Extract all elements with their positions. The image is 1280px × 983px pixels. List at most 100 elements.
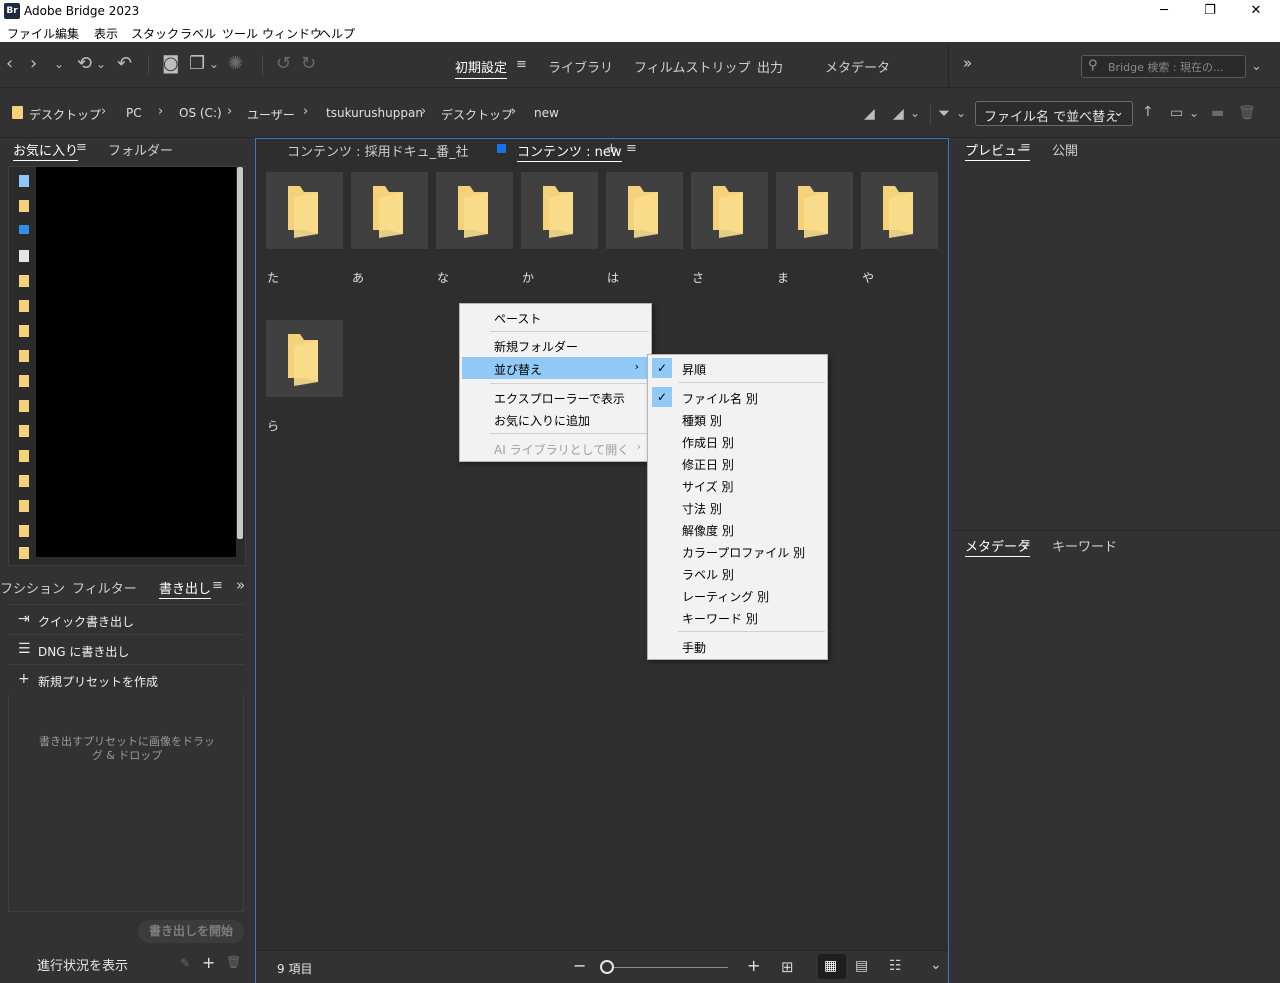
zoom-in-icon[interactable]: + [747,956,760,975]
pictures-icon[interactable] [19,275,29,287]
search-input[interactable] [1108,59,1240,75]
add-icon[interactable]: + [202,953,215,972]
workspace-more-icon[interactable]: » [963,54,972,72]
show-progress-link[interactable]: 進行状況を表示 [37,955,128,974]
folder-thumbnail[interactable] [606,172,683,249]
back-icon[interactable]: ‹ [6,53,13,75]
sort-item-color-profile[interactable]: カラープロファイル 別 [648,540,827,562]
context-item-show-explorer[interactable]: エクスプローラーで表示 [460,386,651,408]
chevron-right-icon[interactable]: › [421,104,426,119]
menu-stack[interactable]: スタック [131,25,179,42]
sort-item-rating[interactable]: レーティング 別 [648,584,827,606]
forward-icon[interactable]: › [30,53,37,75]
workspace-tab-filmstrip[interactable]: フィルムストリップ [634,57,750,76]
workspace-tab-metadata[interactable]: メタデータ [825,57,890,76]
list-view-icon[interactable]: ☷ [889,958,902,974]
folder-icon[interactable] [19,400,29,412]
tab-content-other[interactable]: コンテンツ : 採用ドキュ_番_社 [287,141,469,160]
tab-keywords[interactable]: キーワード [1052,536,1117,555]
open-recent-dropdown-icon[interactable]: ⌄ [1189,102,1199,124]
chevron-right-icon[interactable]: › [158,104,163,119]
export-drop-area[interactable]: 書き出すプリセットに画像をドラッグ & ドロップ [8,694,244,912]
grid-lock-icon[interactable]: ⊞ [781,958,794,976]
chevron-right-icon[interactable]: › [511,104,516,119]
sort-item-keywords[interactable]: キーワード 別 [648,606,827,628]
menu-help[interactable]: ヘルプ [319,25,355,42]
new-preset-item[interactable]: + 新規プリセットを作成 [8,664,244,694]
sort-item-filename[interactable]: ✓ ファイル名 別 [648,386,827,408]
sort-item-created[interactable]: 作成日 別 [648,430,827,452]
camera-icon[interactable]: ◙ [162,53,179,75]
context-item-new-folder[interactable]: 新規フォルダー [460,334,651,356]
view-options-icon[interactable]: ⌄ [930,957,942,973]
tab-export[interactable]: 書き出し [159,578,212,599]
new-folder-icon[interactable]: ▬ [1211,102,1224,124]
favorites-scrollbar[interactable] [237,167,243,539]
workspace-menu-icon[interactable]: ≡ [516,57,527,72]
breadcrumb-item[interactable]: デスクトップ [441,106,513,123]
sort-item-type[interactable]: 種類 別 [648,408,827,430]
tab-publish[interactable]: 公開 [1052,140,1078,159]
chevron-right-icon[interactable]: › [303,104,308,119]
workspace-tab-library[interactable]: ライブラリ [548,57,613,76]
refine-icon[interactable]: ✺ [228,53,243,75]
folder-icon[interactable] [19,475,29,487]
sort-direction-icon[interactable]: ↑ [1142,101,1154,123]
details-view-icon[interactable]: ▤ [855,958,868,974]
filter-dropdown-icon[interactable]: ⌄ [956,102,966,124]
folder-icon[interactable] [19,300,29,312]
sort-item-label-sort[interactable]: ラベル 別 [648,562,827,584]
sort-dropdown[interactable]: ファイル名 で並べ替え ⌄ [975,101,1133,126]
menu-edit[interactable]: 編集 [55,25,79,42]
breadcrumb-item[interactable]: PC [126,106,142,120]
edit-icon[interactable]: ✎ [180,956,190,970]
sort-item-dimensions[interactable]: 寸法 別 [648,496,827,518]
sort-item-modified[interactable]: 修正日 別 [648,452,827,474]
rating-dropdown-icon[interactable]: ⌄ [910,102,920,124]
context-item-sort[interactable]: 並び替え › [462,357,649,379]
restore-button[interactable]: ❐ [1187,0,1233,22]
breadcrumb-item[interactable]: ユーザー [247,106,295,123]
folder-thumbnail[interactable] [691,172,768,249]
panel-menu-icon[interactable]: ≡ [76,140,87,155]
menu-window[interactable]: ウィンドウ [262,25,322,42]
minimize-button[interactable]: ─ [1141,0,1187,22]
boomerang-icon[interactable]: ↶ [117,53,132,75]
menu-label[interactable]: ラベル [180,25,216,42]
menu-view[interactable]: 表示 [94,25,118,42]
document-icon[interactable] [19,250,29,262]
tab-collections[interactable]: フシション [0,578,65,597]
menu-file[interactable]: ファイル [7,25,55,42]
context-item-add-favorites[interactable]: お気に入りに追加 [460,408,651,430]
panel-menu-icon[interactable]: ≡ [212,578,223,593]
add-tab-icon[interactable]: + [606,141,617,156]
context-item-paste[interactable]: ペースト [460,306,651,328]
zoom-slider-track[interactable] [614,967,728,968]
breadcrumb-item[interactable]: OS (C:) [179,106,222,120]
zoom-out-icon[interactable]: − [573,956,586,975]
panel-more-icon[interactable]: » [236,576,245,594]
search-dropdown-icon[interactable]: ⌄ [1251,56,1262,78]
filter-icon[interactable]: ⏷ [938,102,950,124]
start-export-button[interactable]: 書き出しを開始 [138,920,244,943]
quality-icon[interactable]: ◢ [864,103,875,125]
panel-menu-icon[interactable]: ≡ [626,141,637,156]
chevron-right-icon[interactable]: › [227,104,232,119]
search-box[interactable]: ⚲ [1081,55,1246,78]
folder-thumbnail[interactable] [266,320,343,397]
sort-item-manual[interactable]: 手動 [648,635,827,657]
workspace-tab-output[interactable]: 出力 [757,57,783,76]
folder-icon[interactable] [19,200,29,212]
folder-icon[interactable] [19,500,29,512]
rating-filter-icon[interactable]: ◢ [893,103,904,125]
folder-thumbnail[interactable] [351,172,428,249]
sort-item-ascending[interactable]: ✓ 昇順 [648,357,827,379]
folder-icon[interactable] [19,350,29,362]
folder-icon[interactable] [19,450,29,462]
folder-thumbnail[interactable] [861,172,938,249]
folder-icon[interactable] [19,325,29,337]
trash-icon[interactable]: 🗑 [1238,102,1256,124]
menu-tools[interactable]: ツール [222,25,258,42]
copy-dropdown-icon[interactable]: ⌄ [209,53,219,75]
folder-thumbnail[interactable] [776,172,853,249]
